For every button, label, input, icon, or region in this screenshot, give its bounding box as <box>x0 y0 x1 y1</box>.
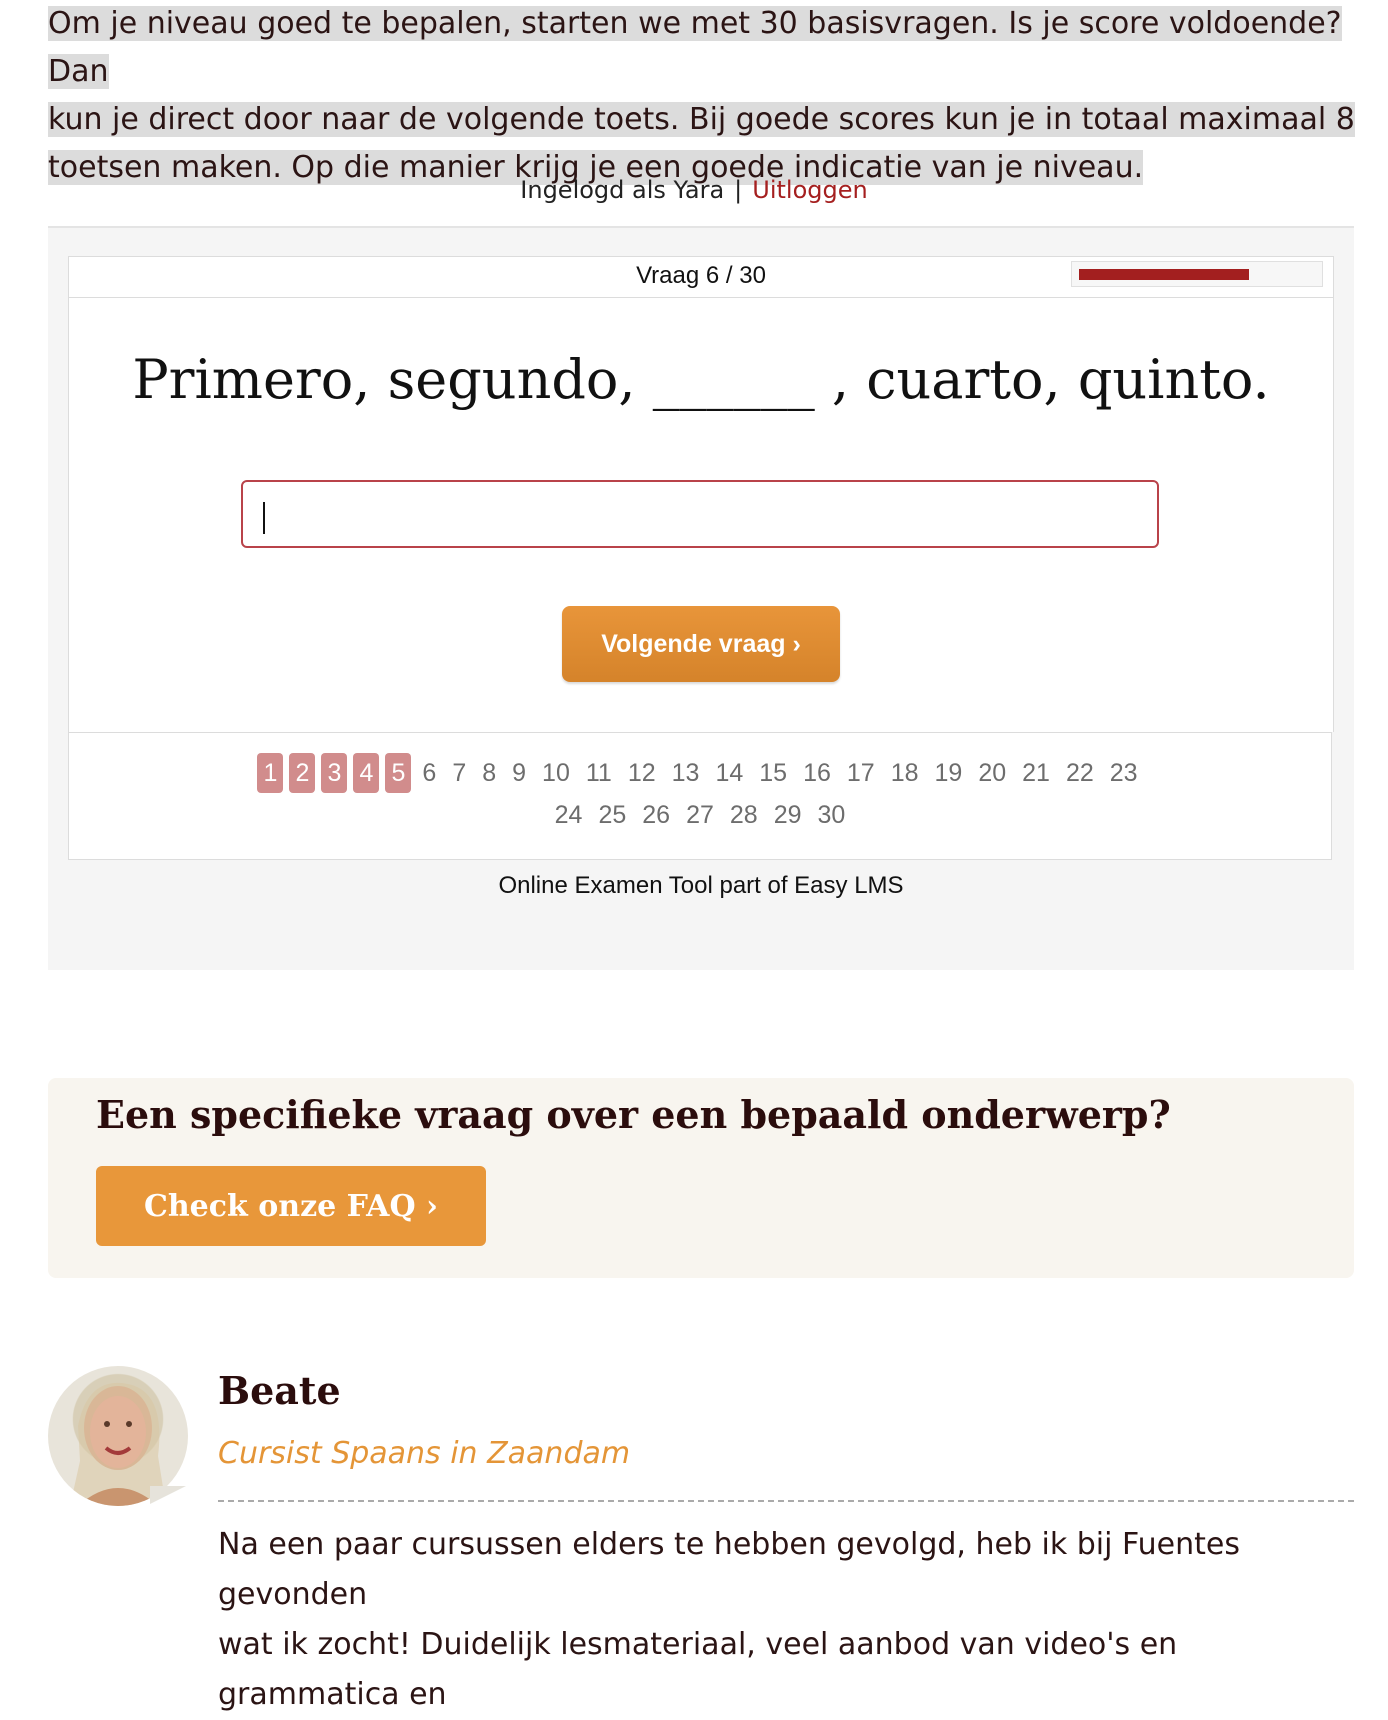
question-page-8[interactable]: 8 <box>482 753 496 793</box>
question-page-3[interactable]: 3 <box>321 753 348 793</box>
next-question-button[interactable]: Volgende vraag › <box>562 606 840 682</box>
exam-footer: Online Examen Tool part of Easy LMS <box>498 872 904 899</box>
navigator-row-2: 24 25 26 27 28 29 30 <box>69 795 1331 835</box>
navigator-row-1: 1 2 3 4 5 6 7 8 9 10 11 12 13 14 15 16 17 18 19 20 21 22 23 <box>69 753 1331 793</box>
question-page-18[interactable]: 18 <box>891 753 919 793</box>
question-panel: Primero, segundo, ______ , cuarto, quint… <box>68 298 1334 732</box>
intro-line-1: Om je niveau goed te bepalen, starten we… <box>48 6 1342 89</box>
question-page-16[interactable]: 16 <box>803 753 831 793</box>
question-page-15[interactable]: 15 <box>759 753 787 793</box>
intro-paragraph: Om je niveau goed te bepalen, starten we… <box>48 0 1378 192</box>
question-page-29[interactable]: 29 <box>774 795 802 835</box>
exam-widget: Vraag 6 / 30 Primero, segundo, ______ , … <box>48 226 1354 970</box>
answer-input[interactable] <box>241 480 1159 548</box>
divider <box>218 1500 1354 1502</box>
question-page-2[interactable]: 2 <box>289 753 316 793</box>
question-page-1[interactable]: 1 <box>257 753 284 793</box>
question-page-6[interactable]: 6 <box>422 753 436 793</box>
question-page-25[interactable]: 25 <box>598 795 626 835</box>
review-line-1: Na een paar cursussen elders te hebben g… <box>218 1527 1240 1612</box>
question-page-28[interactable]: 28 <box>730 795 758 835</box>
avatar-portrait-icon <box>70 1382 166 1506</box>
text-cursor <box>263 502 265 534</box>
question-page-14[interactable]: 14 <box>715 753 743 793</box>
question-page-5[interactable]: 5 <box>385 753 412 793</box>
avatar-speech-tail <box>150 1486 186 1504</box>
review-line-2: wat ik zocht! Duidelijk lesmateriaal, ve… <box>218 1627 1178 1712</box>
question-page-17[interactable]: 17 <box>847 753 875 793</box>
separator: | <box>734 176 743 204</box>
avatar <box>48 1366 188 1506</box>
progress-fill <box>1079 269 1249 280</box>
question-page-30[interactable]: 30 <box>818 795 846 835</box>
exam-header: Vraag 6 / 30 <box>68 256 1334 298</box>
question-page-26[interactable]: 26 <box>642 795 670 835</box>
reviewer-role: Cursist Spaans in Zaandam <box>218 1436 631 1471</box>
question-page-4[interactable]: 4 <box>353 753 380 793</box>
question-page-22[interactable]: 22 <box>1066 753 1094 793</box>
progress-bar <box>1071 261 1323 287</box>
faq-button[interactable]: Check onze FAQ › <box>96 1166 486 1246</box>
login-status: Ingelogd als Yara | Uitloggen <box>0 176 1388 204</box>
intro-line-2: kun je direct door naar de volgende toet… <box>48 102 1355 137</box>
question-page-23[interactable]: 23 <box>1110 753 1138 793</box>
faq-banner: Een specifieke vraag over een bepaald on… <box>48 1078 1354 1278</box>
question-page-21[interactable]: 21 <box>1022 753 1050 793</box>
question-page-13[interactable]: 13 <box>672 753 700 793</box>
question-page-20[interactable]: 20 <box>978 753 1006 793</box>
question-page-11[interactable]: 11 <box>586 753 612 793</box>
faq-heading: Een specifieke vraag over een bepaald on… <box>96 1092 1171 1137</box>
reviewer-name: Beate <box>218 1368 341 1413</box>
question-page-19[interactable]: 19 <box>935 753 963 793</box>
question-page-9[interactable]: 9 <box>512 753 526 793</box>
question-page-10[interactable]: 10 <box>542 753 570 793</box>
question-page-24[interactable]: 24 <box>555 795 583 835</box>
review-text: Na een paar cursussen elders te hebben g… <box>218 1520 1358 1720</box>
logout-link[interactable]: Uitloggen <box>752 176 867 204</box>
question-navigator: 1 2 3 4 5 6 7 8 9 10 11 12 13 14 15 16 17 18 19 20 21 22 23 24… <box>68 732 1332 860</box>
logged-in-as: Ingelogd als Yara <box>520 176 725 204</box>
question-page-27[interactable]: 27 <box>686 795 714 835</box>
question-page-12[interactable]: 12 <box>628 753 656 793</box>
question-text: Primero, segundo, ______ , cuarto, quint… <box>132 348 1270 411</box>
question-page-7[interactable]: 7 <box>452 753 466 793</box>
